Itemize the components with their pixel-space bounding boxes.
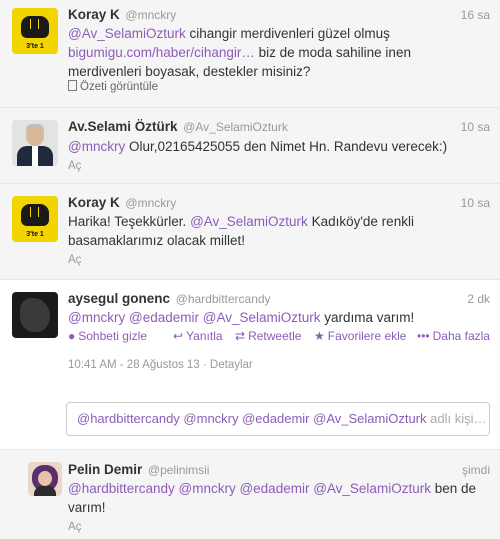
avatar[interactable]: 3'te 1: [12, 196, 58, 242]
hide-conversation-button[interactable]: ● Sohbeti gizle: [68, 329, 147, 343]
tweet-text: Harika! Teşekkürler. @Av_SelamiOzturk Ka…: [68, 212, 488, 250]
tweet-text-part: Kadıköy'de renkli: [307, 214, 414, 229]
tweet-item[interactable]: Pelin Demir @pelinimsii şimdi @hardbitte…: [0, 450, 500, 539]
tweet-text-part: yardıma varım!: [320, 310, 415, 325]
author-name[interactable]: aysegul gonenc: [68, 291, 170, 306]
author-handle[interactable]: @pelinimsii: [148, 463, 210, 477]
avatar[interactable]: [12, 292, 58, 338]
retweet-button[interactable]: ⇄ Retweetle: [235, 329, 301, 343]
reply-placeholder: adlı kişi…: [426, 411, 487, 426]
mention-link[interactable]: @Av_SelamiOzturk: [203, 310, 321, 325]
summary-label: Özeti görüntüle: [80, 81, 158, 93]
tweet-time[interactable]: şimdi: [462, 463, 490, 477]
mention-link[interactable]: @edademir: [129, 310, 199, 325]
action-label: Retweetle: [248, 329, 302, 343]
tweet-item[interactable]: 3'te 1 Koray K @mnckry 10 sa Harika! Teş…: [0, 184, 500, 280]
tweet-timestamp-details[interactable]: 10:41 AM - 28 Ağustos 13 · Detaylar: [68, 359, 253, 371]
action-label: Daha fazla: [432, 329, 490, 343]
tweet-header: Koray K @mnckry 10 sa: [68, 195, 490, 211]
tweet-item[interactable]: 3'te 1 Koray K @mnckry 16 sa @Av_SelamiO…: [0, 0, 500, 108]
tweet-text-part: basamaklarımız olacak millet!: [68, 233, 246, 248]
tweet-timeline: 3'te 1 Koray K @mnckry 16 sa @Av_SelamiO…: [0, 0, 500, 539]
expand-link[interactable]: Aç: [68, 160, 81, 172]
document-icon: [68, 80, 77, 91]
tweet-text: @Av_SelamiOzturk cihangir merdivenleri g…: [68, 24, 488, 81]
tweet-time[interactable]: 10 sa: [461, 120, 490, 134]
tweet-header: Pelin Demir @pelinimsii şimdi: [68, 462, 490, 478]
avatar[interactable]: [28, 462, 62, 496]
avatar-figure: [20, 298, 50, 332]
avatar-face: [38, 471, 52, 486]
fist-logo-icon: [21, 204, 49, 226]
tweet-time[interactable]: 10 sa: [461, 196, 490, 210]
reply-button[interactable]: ↩ Yanıtla: [173, 329, 223, 343]
action-label: Yanıtla: [186, 329, 223, 343]
tweet-item-expanded[interactable]: aysegul gonenc @hardbittercandy 2 dk @mn…: [0, 280, 500, 450]
view-summary-link[interactable]: Özeti görüntüle: [68, 80, 158, 93]
author-name[interactable]: Koray K: [68, 7, 120, 22]
avatar-tag: 3'te 1: [26, 231, 44, 238]
action-label: Sohbeti gizle: [78, 329, 147, 343]
tweet-text-part: ben de: [430, 481, 476, 496]
expand-link[interactable]: Aç: [68, 521, 81, 533]
tweet-text-part: varım!: [68, 500, 106, 515]
reply-prefill: @hardbittercandy @mnckry @edademir @Av_S…: [77, 411, 427, 426]
avatar-body: [34, 486, 56, 496]
avatar[interactable]: 3'te 1: [12, 8, 58, 54]
tweet-text-part: Olur,02165425055 den Nimet Hn. Randevu v…: [125, 139, 448, 154]
reply-arrow-icon: ↩: [173, 329, 184, 343]
tweet-header: aysegul gonenc @hardbittercandy 2 dk: [68, 291, 490, 307]
avatar-shirt: [32, 146, 38, 166]
star-icon: ★: [314, 329, 325, 343]
tweet-text-part: Harika! Teşekkürler.: [68, 214, 191, 229]
tweet-text-part: biz de moda sahiline inen: [254, 45, 411, 60]
action-label: Favorilere ekle: [327, 329, 407, 343]
favorite-button[interactable]: ★ Favorilere ekle: [314, 329, 406, 343]
avatar-head: [26, 126, 44, 146]
tweet-text-part: merdivenleri boyasak, destekler misiniz?: [68, 64, 311, 79]
author-name[interactable]: Koray K: [68, 195, 120, 210]
tweet-time[interactable]: 16 sa: [461, 8, 490, 22]
author-name[interactable]: Av.Selami Öztürk: [68, 119, 178, 134]
tweet-actions: ● Sohbeti gizle ↩ Yanıtla ⇄ Retweetle ★ Favo…: [68, 329, 492, 345]
fist-logo-icon: [21, 16, 49, 38]
tweet-item[interactable]: Av.Selami Öztürk @Av_SelamiOzturk 10 sa …: [0, 108, 500, 184]
author-handle[interactable]: @hardbittercandy: [176, 292, 271, 306]
ellipsis-icon: •••: [417, 329, 430, 343]
tweet-text: @hardbittercandy @mnckry @edademir @Av_S…: [68, 479, 488, 517]
mention-links[interactable]: @hardbittercandy @mnckry @edademir @Av_S…: [68, 481, 431, 496]
avatar[interactable]: [12, 120, 58, 166]
tweet-header: Av.Selami Öztürk @Av_SelamiOzturk 10 sa: [68, 119, 490, 135]
url-link[interactable]: bigumigu.com/haber/cihangir…: [68, 45, 255, 60]
tweet-text-part: cihangir merdivenleri güzel olmuş: [185, 26, 390, 41]
avatar-tag: 3'te 1: [26, 43, 44, 50]
retweet-icon: ⇄: [235, 329, 246, 343]
speech-bubble-icon: ●: [68, 329, 76, 343]
expand-link[interactable]: Aç: [68, 254, 81, 266]
mention-link[interactable]: @Av_SelamiOzturk: [190, 214, 308, 229]
more-button[interactable]: ••• Daha fazla: [417, 329, 490, 343]
mention-link[interactable]: @mnckry: [68, 310, 125, 325]
author-handle[interactable]: @mnckry: [125, 8, 176, 22]
mention-link[interactable]: @Av_SelamiOzturk: [68, 26, 186, 41]
tweet-text: @mnckry @edademir @Av_SelamiOzturk yardı…: [68, 308, 488, 327]
tweet-header: Koray K @mnckry 16 sa: [68, 7, 490, 23]
reply-input[interactable]: @hardbittercandy @mnckry @edademir @Av_S…: [66, 402, 490, 436]
tweet-text: @mnckry Olur,02165425055 den Nimet Hn. R…: [68, 137, 488, 156]
author-name[interactable]: Pelin Demir: [68, 462, 142, 477]
author-handle[interactable]: @Av_SelamiOzturk: [183, 120, 288, 134]
author-handle[interactable]: @mnckry: [125, 196, 176, 210]
tweet-time[interactable]: 2 dk: [467, 292, 490, 306]
mention-link[interactable]: @mnckry: [68, 139, 125, 154]
